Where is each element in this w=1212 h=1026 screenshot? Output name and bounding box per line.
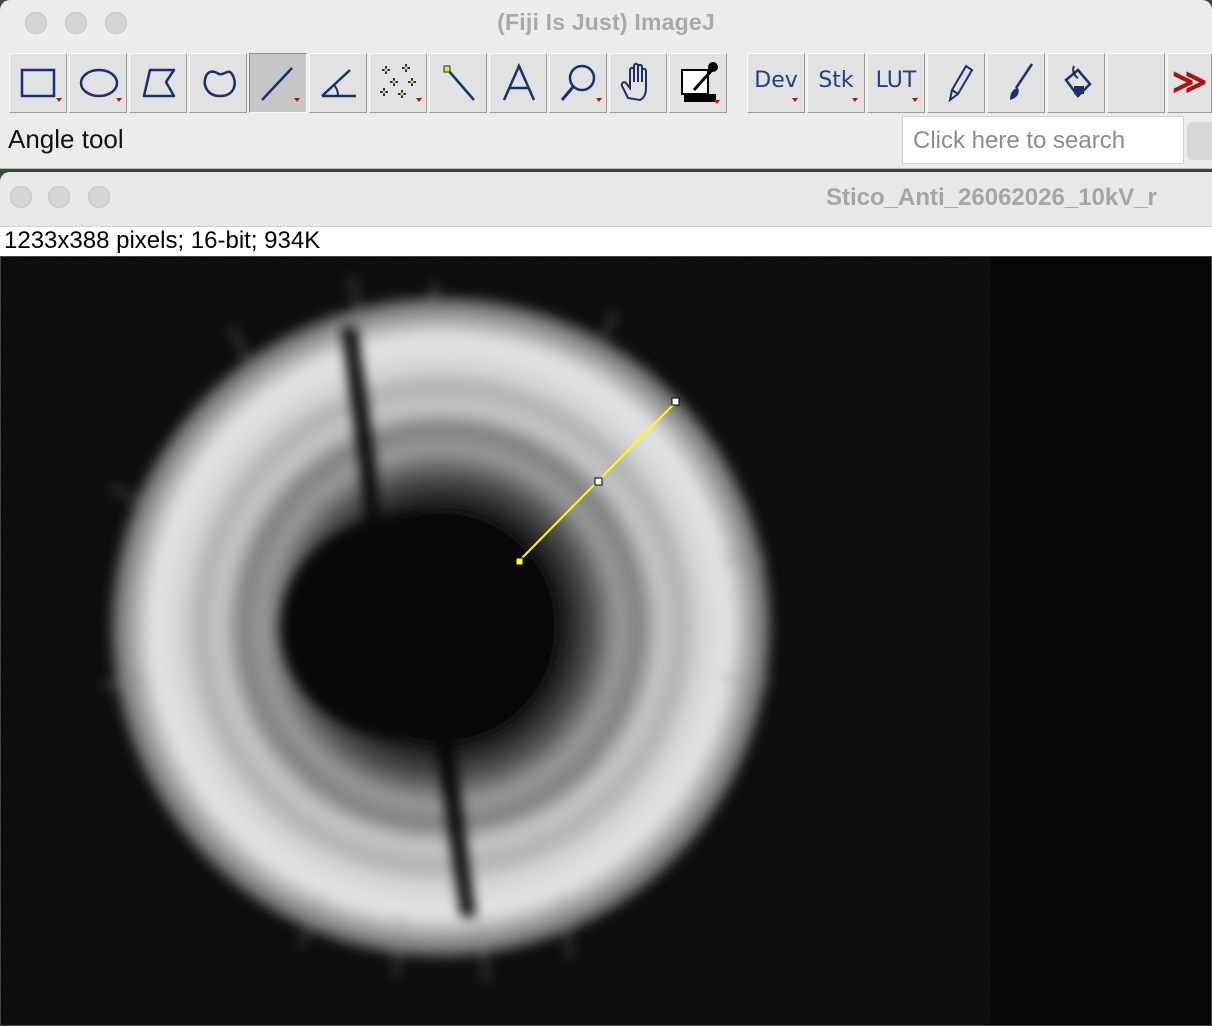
line-mid-handle[interactable] bbox=[594, 477, 603, 486]
main-window-title: (Fiji Is Just) ImageJ bbox=[497, 9, 715, 35]
brush-tool[interactable] bbox=[987, 53, 1045, 113]
fiji-main-window: (Fiji Is Just) ImageJ Dev Stk LUT ≫ Angl… bbox=[0, 0, 1212, 169]
polygon-tool[interactable] bbox=[129, 53, 187, 113]
pencil-icon bbox=[948, 64, 974, 103]
wand-tool[interactable] bbox=[429, 53, 487, 113]
search-input[interactable]: Click here to search bbox=[902, 116, 1184, 164]
image-close-button[interactable] bbox=[10, 186, 32, 208]
image-window: Stico_Anti_26062026_10kV_r 1233x388 pixe… bbox=[0, 172, 1212, 1026]
brush-icon bbox=[1010, 63, 1034, 100]
status-bar-text: Angle tool bbox=[8, 124, 124, 154]
stk-menu-button[interactable]: Stk bbox=[807, 53, 865, 113]
image-zoom-button[interactable] bbox=[88, 186, 110, 208]
dropper-icon bbox=[681, 62, 720, 104]
hand-icon bbox=[620, 62, 647, 102]
image-window-title: Stico_Anti_26062026_10kV_r bbox=[826, 184, 1157, 211]
line-end-handle[interactable] bbox=[671, 397, 680, 406]
dropdown-arrow-icon bbox=[852, 98, 858, 102]
main-title-bar[interactable]: (Fiji Is Just) ImageJ bbox=[0, 0, 1212, 48]
image-title-bar[interactable]: Stico_Anti_26062026_10kV_r bbox=[0, 172, 1212, 227]
line-tool[interactable] bbox=[249, 53, 307, 113]
line-start-handle[interactable] bbox=[515, 557, 524, 566]
rectangle-icon bbox=[20, 68, 62, 102]
oval-tool[interactable] bbox=[69, 53, 127, 113]
more-arrows-icon: ≫ bbox=[1171, 63, 1208, 101]
image-minimize-button[interactable] bbox=[48, 186, 70, 208]
dropdown-arrow-icon bbox=[912, 98, 918, 102]
paint-bucket-icon bbox=[1064, 65, 1092, 98]
point-tool[interactable] bbox=[369, 53, 427, 113]
multipoint-icon bbox=[380, 64, 422, 102]
diffraction-image bbox=[1, 257, 1211, 1025]
text-tool[interactable] bbox=[489, 53, 547, 113]
flood-fill-tool[interactable] bbox=[1047, 53, 1105, 113]
rectangle-tool[interactable] bbox=[9, 53, 67, 113]
angle-icon bbox=[321, 69, 356, 98]
image-info-text: 1233x388 pixels; 16-bit; 934K bbox=[4, 227, 321, 254]
more-tools-button[interactable]: ≫ bbox=[1167, 53, 1212, 113]
hand-tool[interactable] bbox=[609, 53, 667, 113]
dropdown-arrow-icon bbox=[792, 98, 798, 102]
search-options-button[interactable] bbox=[1187, 122, 1212, 160]
zoom-tool[interactable] bbox=[549, 53, 607, 113]
oval-icon bbox=[79, 68, 122, 102]
dev-menu-button[interactable]: Dev bbox=[747, 53, 805, 113]
lut-menu-button[interactable]: LUT bbox=[867, 53, 925, 113]
freehand-icon bbox=[203, 70, 236, 98]
color-picker-tool[interactable] bbox=[669, 53, 727, 113]
empty-tool-slot bbox=[1107, 53, 1165, 113]
line-icon bbox=[261, 67, 300, 102]
search-placeholder: Click here to search bbox=[913, 127, 1126, 154]
freehand-tool[interactable] bbox=[189, 53, 247, 113]
text-a-icon bbox=[502, 62, 536, 101]
wand-icon bbox=[443, 65, 475, 101]
toolbar: Dev Stk LUT ≫ bbox=[9, 53, 1212, 113]
pencil-tool[interactable] bbox=[927, 53, 985, 113]
image-canvas[interactable] bbox=[0, 256, 1212, 1026]
polygon-icon bbox=[142, 68, 176, 98]
magnifier-icon bbox=[560, 64, 602, 102]
angle-tool[interactable] bbox=[309, 53, 367, 113]
